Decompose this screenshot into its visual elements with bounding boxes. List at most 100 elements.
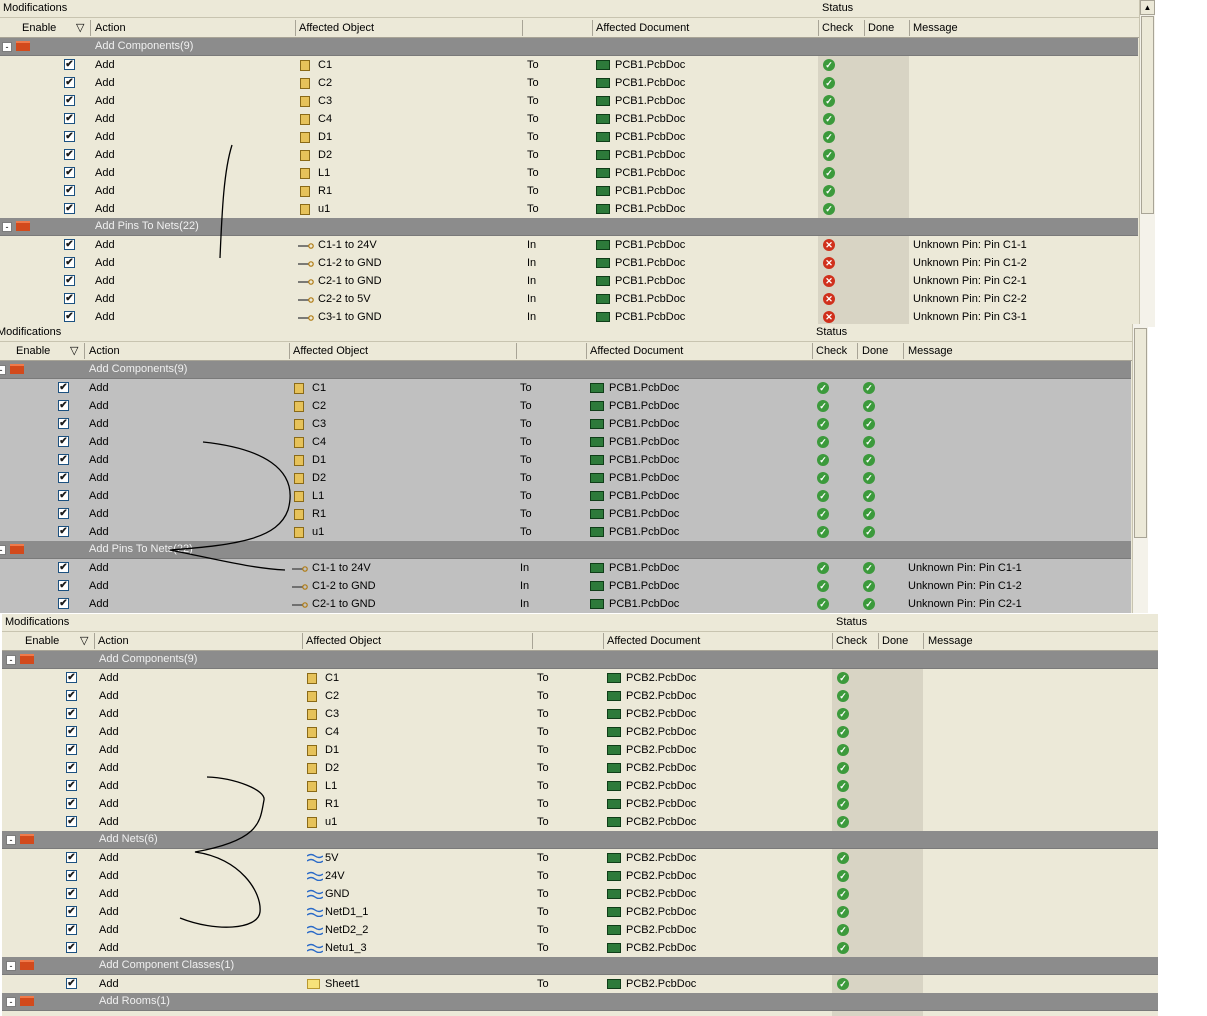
table-row[interactable]: ✔ Add R1 To PCB2.PcbDoc ✓: [2, 795, 1158, 813]
check-header[interactable]: Check: [836, 635, 867, 647]
table-row[interactable]: ✔ Add C1-1 to 24V In PCB1.PcbDoc ✕ Unknown Pin…: [0, 236, 1138, 254]
table-row[interactable]: ✔ Add D1 To PCB1.PcbDoc ✓: [0, 128, 1138, 146]
enable-checkbox[interactable]: ✔: [64, 167, 75, 178]
enable-checkbox[interactable]: ✔: [64, 95, 75, 106]
done-header[interactable]: Done: [868, 22, 894, 34]
table-row[interactable]: ✔ Add C4 To PCB1.PcbDoc ✓ ✓: [0, 433, 1131, 451]
enable-checkbox[interactable]: ✔: [58, 508, 69, 519]
column-divider[interactable]: [878, 633, 879, 649]
table-row[interactable]: ✔ Add L1 To PCB2.PcbDoc ✓: [2, 777, 1158, 795]
table-row[interactable]: ✔ Add 24V To PCB2.PcbDoc ✓: [2, 867, 1158, 885]
message-header[interactable]: Message: [913, 22, 958, 34]
enable-checkbox[interactable]: ✔: [58, 472, 69, 483]
done-header[interactable]: Done: [882, 635, 908, 647]
group-row[interactable]: - Add Pins To Nets(22): [0, 218, 1138, 236]
enable-header[interactable]: Enable: [22, 22, 56, 34]
table-row[interactable]: ✔ Add D2 To PCB1.PcbDoc ✓ ✓: [0, 469, 1131, 487]
collapse-icon[interactable]: -: [6, 835, 16, 845]
message-header[interactable]: Message: [908, 345, 953, 357]
table-row[interactable]: ✔ Add C1-2 to GND In PCB1.PcbDoc ✓ ✓ Unknown Pi…: [0, 577, 1131, 595]
column-divider[interactable]: [94, 633, 95, 649]
column-divider[interactable]: [295, 20, 296, 36]
enable-checkbox[interactable]: ✔: [66, 780, 77, 791]
column-divider[interactable]: [603, 633, 604, 649]
action-header[interactable]: Action: [89, 345, 120, 357]
affected-object-header[interactable]: Affected Object: [306, 635, 381, 647]
action-header[interactable]: Action: [98, 635, 129, 647]
enable-checkbox[interactable]: ✔: [58, 418, 69, 429]
enable-header[interactable]: Enable: [25, 635, 59, 647]
group-row[interactable]: - Add Pins To Nets(22): [0, 541, 1131, 559]
done-header[interactable]: Done: [862, 345, 888, 357]
column-divider[interactable]: [857, 343, 858, 359]
enable-checkbox[interactable]: ✔: [64, 311, 75, 322]
table-row[interactable]: ✔ Add D2 To PCB2.PcbDoc ✓: [2, 759, 1158, 777]
table-row[interactable]: ✔ Add 5V To PCB2.PcbDoc ✓: [2, 849, 1158, 867]
table-row[interactable]: ✔ Add C2 To PCB1.PcbDoc ✓: [0, 74, 1138, 92]
table-row[interactable]: ✔ Add C1 To PCB1.PcbDoc ✓: [0, 56, 1138, 74]
table-row[interactable]: ✔ Add C2-1 to GND In PCB1.PcbDoc ✓ ✓ Unknown Pi…: [0, 595, 1131, 613]
table-row[interactable]: ✔ Add u1 To PCB2.PcbDoc ✓: [2, 813, 1158, 831]
column-divider[interactable]: [923, 633, 924, 649]
affected-document-header[interactable]: Affected Document: [607, 635, 700, 647]
column-divider[interactable]: [864, 20, 865, 36]
group-row[interactable]: - Add Component Classes(1): [2, 957, 1158, 975]
table-row[interactable]: ✔ Add C1 To PCB1.PcbDoc ✓ ✓: [0, 379, 1131, 397]
collapse-icon[interactable]: -: [2, 222, 12, 232]
vertical-scrollbar[interactable]: ▲: [1139, 0, 1155, 327]
enable-checkbox[interactable]: ✔: [58, 382, 69, 393]
table-row[interactable]: ✔ Add C3 To PCB2.PcbDoc ✓: [2, 705, 1158, 723]
enable-checkbox[interactable]: ✔: [66, 708, 77, 719]
column-divider[interactable]: [532, 633, 533, 649]
group-row[interactable]: - Add Nets(6): [2, 831, 1158, 849]
column-divider[interactable]: [289, 343, 290, 359]
column-divider[interactable]: [903, 343, 904, 359]
table-row[interactable]: ✔ Add D2 To PCB1.PcbDoc ✓: [0, 146, 1138, 164]
column-divider[interactable]: [516, 343, 517, 359]
column-divider[interactable]: [592, 20, 593, 36]
enable-checkbox[interactable]: ✔: [66, 798, 77, 809]
enable-checkbox[interactable]: ✔: [66, 942, 77, 953]
enable-checkbox[interactable]: ✔: [58, 562, 69, 573]
enable-checkbox[interactable]: ✔: [64, 59, 75, 70]
sort-icon[interactable]: ▽: [80, 634, 88, 647]
enable-checkbox[interactable]: ✔: [66, 870, 77, 881]
column-divider[interactable]: [818, 20, 819, 36]
enable-checkbox[interactable]: ✔: [64, 113, 75, 124]
enable-checkbox[interactable]: ✔: [58, 436, 69, 447]
enable-checkbox[interactable]: ✔: [66, 888, 77, 899]
affected-document-header[interactable]: Affected Document: [596, 22, 689, 34]
enable-checkbox[interactable]: ✔: [58, 454, 69, 465]
vertical-scrollbar[interactable]: [1132, 324, 1148, 613]
enable-checkbox[interactable]: ✔: [66, 852, 77, 863]
table-row[interactable]: ✔ Add C2-1 to GND In PCB1.PcbDoc ✕ Unknown Pin…: [0, 272, 1138, 290]
enable-checkbox[interactable]: ✔: [66, 690, 77, 701]
column-divider[interactable]: [909, 20, 910, 36]
enable-header[interactable]: Enable: [16, 345, 50, 357]
scrollbar-thumb[interactable]: [1141, 16, 1154, 214]
table-row[interactable]: ✔ Add C2-2 to 5V In PCB1.PcbDoc ✕ Unknown Pin:…: [0, 290, 1138, 308]
enable-checkbox[interactable]: ✔: [64, 257, 75, 268]
table-row[interactable]: ✔ Add GND To PCB2.PcbDoc ✓: [2, 885, 1158, 903]
check-header[interactable]: Check: [816, 345, 847, 357]
column-divider[interactable]: [302, 633, 303, 649]
enable-checkbox[interactable]: ✔: [64, 203, 75, 214]
scrollbar-thumb[interactable]: [1134, 328, 1147, 538]
table-row[interactable]: ✔ Add Netu1_3 To PCB2.PcbDoc ✓: [2, 939, 1158, 957]
enable-checkbox[interactable]: ✔: [66, 978, 77, 989]
collapse-icon[interactable]: -: [6, 655, 16, 665]
table-row[interactable]: ✔ Add C4 To PCB2.PcbDoc ✓: [2, 723, 1158, 741]
enable-checkbox[interactable]: ✔: [64, 149, 75, 160]
table-row[interactable]: ✔ Add D1 To PCB1.PcbDoc ✓ ✓: [0, 451, 1131, 469]
collapse-icon[interactable]: -: [0, 545, 6, 555]
table-row[interactable]: ✔ Add NetD1_1 To PCB2.PcbDoc ✓: [2, 903, 1158, 921]
table-row[interactable]: ✔ Add D1 To PCB2.PcbDoc ✓: [2, 741, 1158, 759]
table-row[interactable]: ✔ Add C2 To PCB2.PcbDoc ✓: [2, 687, 1158, 705]
collapse-icon[interactable]: -: [2, 42, 12, 52]
column-divider[interactable]: [812, 343, 813, 359]
table-row[interactable]: ✔ Add u1 To PCB1.PcbDoc ✓: [0, 200, 1138, 218]
message-header[interactable]: Message: [928, 635, 973, 647]
enable-checkbox[interactable]: ✔: [64, 275, 75, 286]
enable-checkbox[interactable]: ✔: [58, 580, 69, 591]
column-divider[interactable]: [90, 20, 91, 36]
